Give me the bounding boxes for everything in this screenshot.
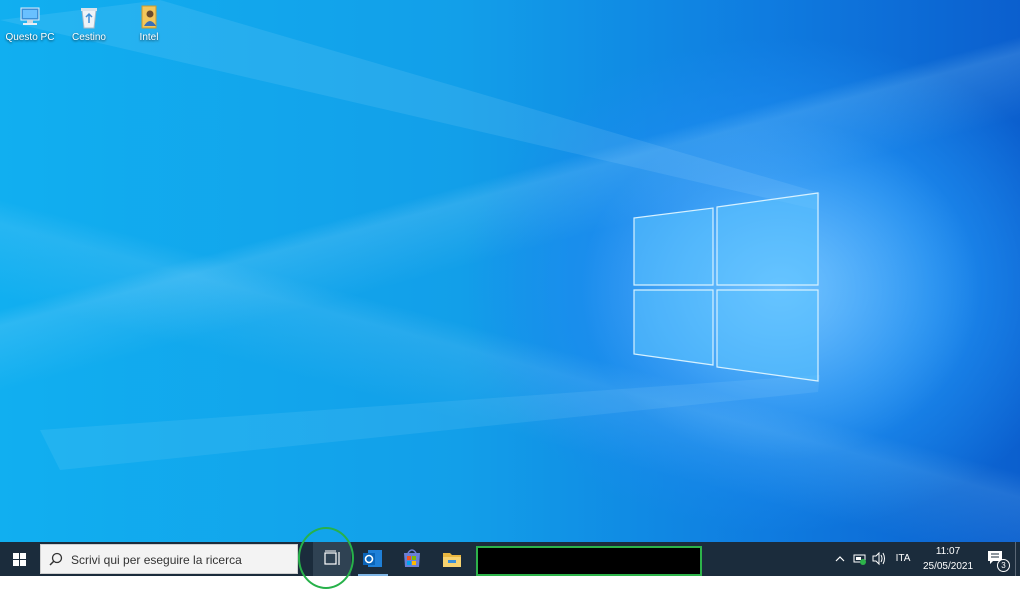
battery-button[interactable]: [852, 542, 868, 576]
search-placeholder: Scrivi qui per eseguire la ricerca: [71, 553, 242, 567]
taskbar: Scrivi qui per eseguire la ricerca ITA 1…: [0, 542, 1020, 576]
recycle-bin-icon: [76, 4, 102, 30]
start-button[interactable]: [0, 542, 38, 576]
this-pc-icon: [17, 4, 43, 30]
action-center-button[interactable]: 3: [984, 542, 1012, 576]
annotation-circle: [298, 527, 354, 589]
desktop-icon-recycle-bin[interactable]: Cestino: [59, 4, 119, 44]
desktop-icon-label: Questo PC: [5, 32, 55, 43]
volume-button[interactable]: [870, 542, 888, 576]
desktop-icon-label: Intel: [139, 32, 159, 43]
input-language-indicator[interactable]: ITA: [892, 542, 914, 576]
desktop[interactable]: Questo PC Cestino Intel: [0, 0, 1020, 542]
redacted-taskbar-region: [476, 546, 702, 576]
notification-icon: [988, 551, 1002, 564]
battery-icon: [853, 554, 866, 565]
desktop-icon-this-pc[interactable]: Questo PC: [0, 4, 60, 44]
file-explorer-icon: [443, 553, 461, 567]
notification-count-badge: 3: [997, 559, 1010, 572]
clock[interactable]: 11:07 25/05/2021: [918, 544, 978, 574]
windows-icon: [13, 553, 19, 559]
show-desktop-button[interactable]: [1015, 542, 1020, 576]
desktop-icon-intel[interactable]: Intel: [119, 4, 179, 44]
search-box[interactable]: Scrivi qui per eseguire la ricerca: [40, 544, 298, 574]
user-folder-icon: [136, 4, 162, 30]
search-icon: [49, 552, 63, 566]
outlook-button[interactable]: [354, 542, 392, 576]
outlook-icon: [363, 550, 382, 567]
screen-bottom-margin: [0, 576, 1020, 596]
show-hidden-icons-button[interactable]: [832, 542, 848, 576]
clock-time: 11:07: [935, 546, 961, 557]
store-icon: [404, 549, 420, 567]
speaker-icon: [872, 551, 885, 566]
chevron-up-icon: [835, 556, 845, 562]
store-button[interactable]: [393, 542, 431, 576]
desktop-icon-label: Cestino: [72, 32, 106, 43]
windows-logo-wallpaper: [0, 0, 980, 470]
file-explorer-button[interactable]: [433, 542, 471, 576]
clock-date: 25/05/2021: [922, 561, 974, 572]
